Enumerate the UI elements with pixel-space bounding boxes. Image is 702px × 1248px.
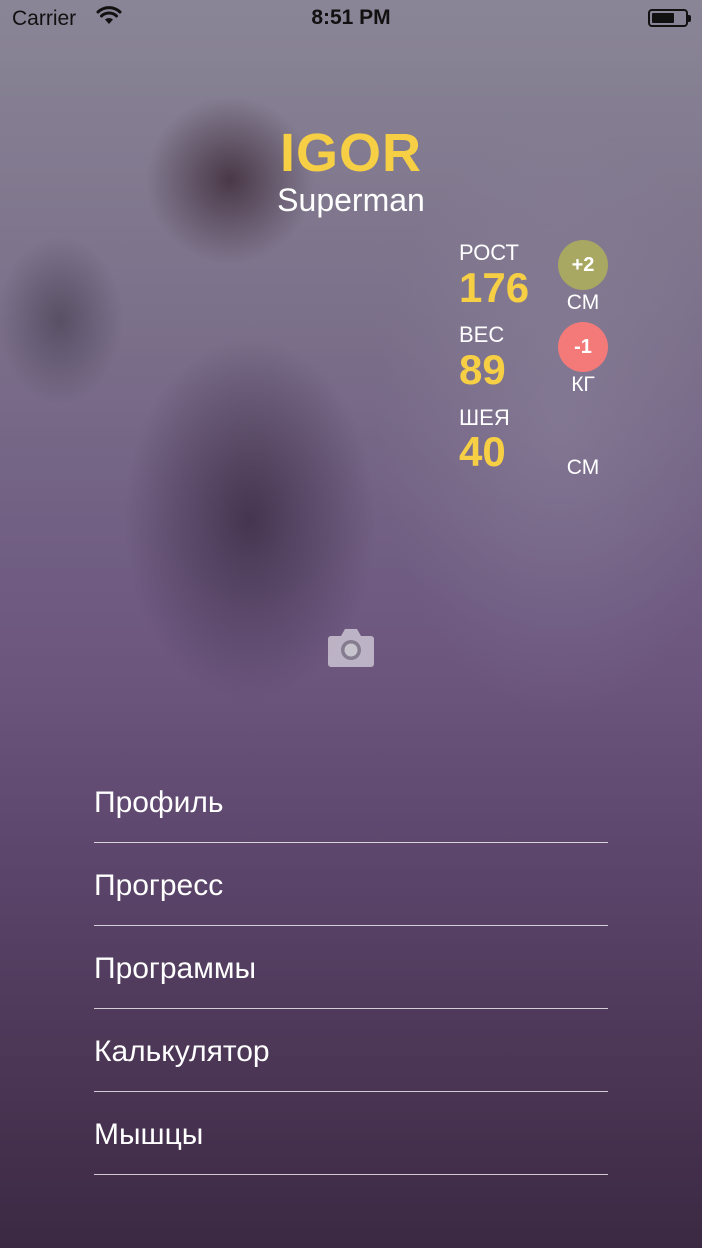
- height-change-badge: +2: [558, 240, 608, 290]
- camera-icon[interactable]: [327, 626, 375, 668]
- weight-label: ВЕС: [459, 322, 505, 347]
- weight-unit: КГ: [571, 373, 595, 396]
- neck-unit: СМ: [566, 456, 600, 479]
- weight-value: 89: [459, 346, 506, 393]
- height-unit: СМ: [566, 291, 600, 314]
- main-menu: Профиль Прогресс Программы Калькулятор М…: [94, 760, 608, 1175]
- battery-icon: [648, 9, 691, 27]
- menu-item-calculator[interactable]: Калькулятор: [94, 1009, 608, 1092]
- weight-change-badge: -1: [558, 322, 608, 372]
- profile-subtitle: Superman: [277, 182, 425, 218]
- menu-item-label: Мышцы: [94, 1118, 204, 1151]
- menu-item-profile[interactable]: Профиль: [94, 760, 608, 843]
- menu-item-label: Программы: [94, 952, 257, 985]
- menu-item-programs[interactable]: Программы: [94, 926, 608, 1009]
- menu-item-label: Профиль: [94, 786, 224, 819]
- menu-item-progress[interactable]: Прогресс: [94, 843, 608, 926]
- menu-item-label: Прогресс: [94, 869, 224, 902]
- status-bar: Carrier 8:51 PM: [0, 0, 702, 40]
- profile-name: IGOR: [279, 123, 422, 183]
- status-time: 8:51 PM: [311, 6, 391, 29]
- menu-item-muscles[interactable]: Мышцы: [94, 1092, 608, 1175]
- neck-value: 40: [459, 428, 506, 475]
- height-value: 176: [459, 264, 530, 311]
- height-label: РОСТ: [459, 240, 519, 265]
- menu-item-label: Калькулятор: [94, 1035, 270, 1068]
